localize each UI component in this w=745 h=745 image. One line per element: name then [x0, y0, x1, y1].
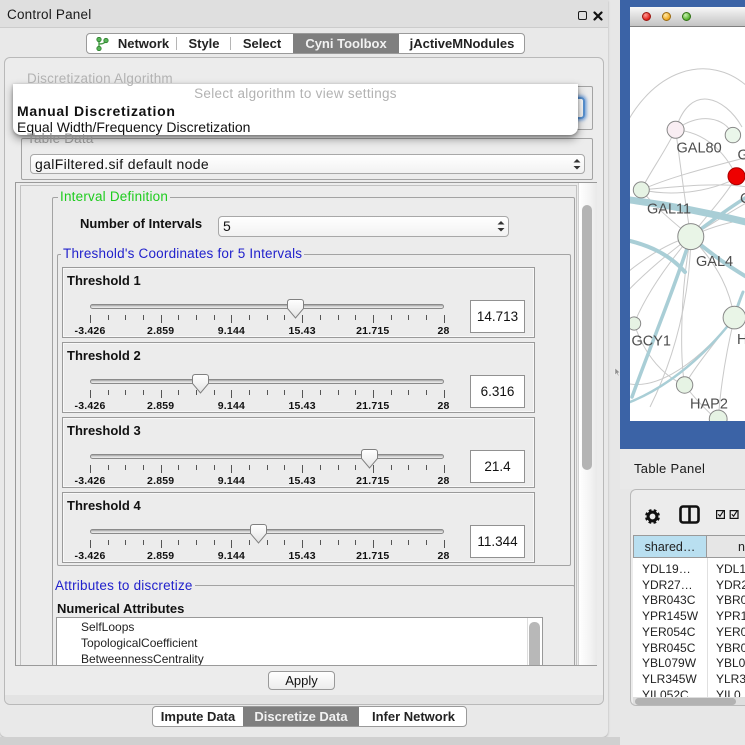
svg-text:G: G [738, 148, 745, 164]
svg-text:GCY1: GCY1 [632, 334, 672, 350]
svg-text:GAL80: GAL80 [677, 141, 722, 157]
svg-text:HAP2: HAP2 [690, 397, 728, 413]
svg-text:H: H [737, 332, 745, 348]
svg-text:C: C [740, 191, 745, 207]
svg-text:GAL11: GAL11 [647, 202, 691, 218]
svg-text:GAL4: GAL4 [696, 254, 733, 270]
